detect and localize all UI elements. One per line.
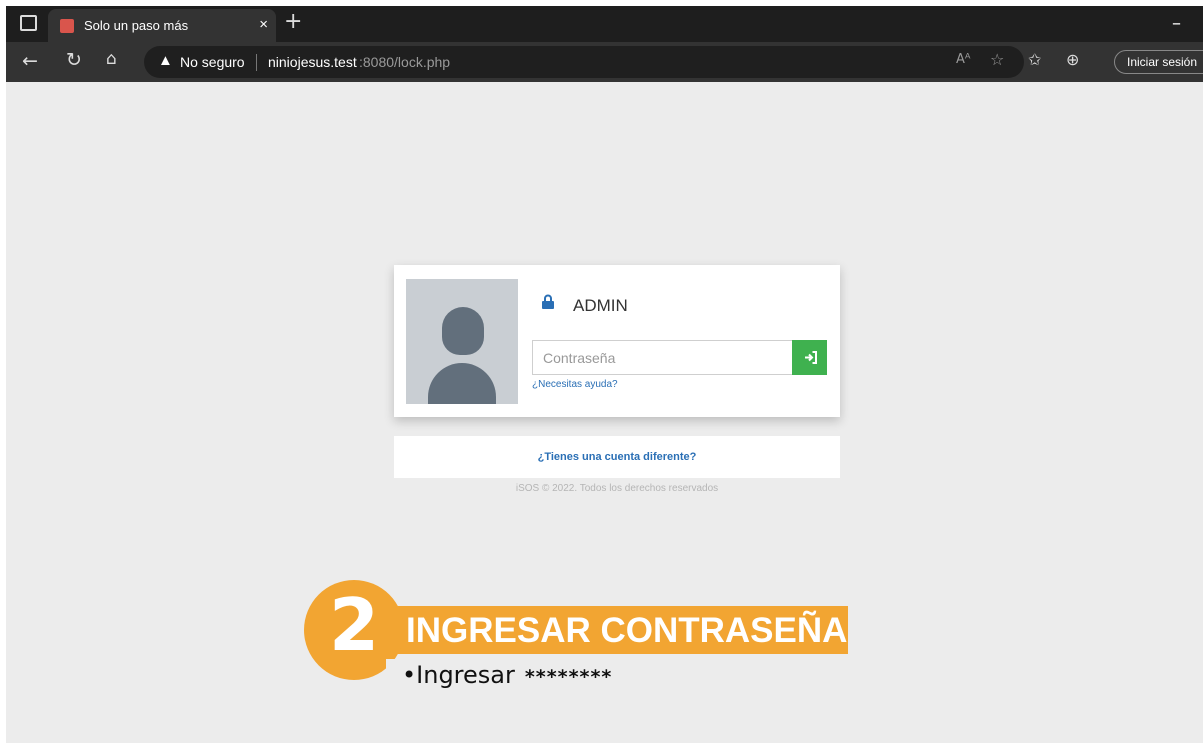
address-bar: ← ↻ ⌂ ▲ No seguro niniojesus.test :8080/… xyxy=(6,42,1203,82)
read-aloud-icon[interactable]: Aᴬ xyxy=(956,52,971,67)
security-label[interactable]: No seguro xyxy=(180,54,245,70)
lock-card: ADMIN ¿Necesitas ayuda? xyxy=(394,265,840,417)
avatar-shoulders xyxy=(428,363,496,404)
different-account-card: ¿Tienes una cuenta diferente? xyxy=(394,436,840,478)
collections-icon[interactable]: ⊕ xyxy=(1066,50,1079,69)
login-button[interactable] xyxy=(792,340,827,375)
back-icon[interactable]: ← xyxy=(22,50,38,72)
minimize-button[interactable]: – xyxy=(1172,13,1181,34)
browser-window: Solo un paso más × + – ← ↻ ⌂ ▲ No seguro… xyxy=(6,6,1203,743)
signin-button[interactable]: Iniciar sesión xyxy=(1114,50,1203,74)
different-account-link[interactable]: ¿Tienes una cuenta diferente? xyxy=(394,451,840,463)
new-tab-button[interactable]: + xyxy=(284,9,302,34)
tab-bar: Solo un paso más × + – xyxy=(6,6,1203,42)
lock-icon xyxy=(542,294,554,309)
avatar-head xyxy=(442,307,484,355)
favorites-icon[interactable]: ✩ xyxy=(1028,50,1041,69)
url-field[interactable]: ▲ No seguro niniojesus.test :8080/lock.p… xyxy=(144,46,1024,78)
reload-icon[interactable]: ↻ xyxy=(66,49,82,71)
favicon-icon xyxy=(60,19,74,33)
home-icon[interactable]: ⌂ xyxy=(106,49,117,69)
url-divider xyxy=(256,54,257,71)
url-path[interactable]: :8080/lock.php xyxy=(359,54,450,70)
username: ADMIN xyxy=(573,296,628,315)
step-banner: INGRESAR CONTRASEÑA xyxy=(388,606,848,654)
copyright-text: iSOS © 2022. Todos los derechos reservad… xyxy=(515,483,719,494)
warning-icon[interactable]: ▲ xyxy=(158,52,173,69)
url-host[interactable]: niniojesus.test xyxy=(268,54,357,70)
browser-tab[interactable]: Solo un paso más × xyxy=(48,9,276,42)
instruction-line: •Ingresar ******** xyxy=(402,661,612,689)
step-title: INGRESAR CONTRASEÑA xyxy=(406,611,848,650)
avatar xyxy=(406,279,518,404)
sidebar-toggle-icon[interactable] xyxy=(20,15,37,31)
password-input[interactable] xyxy=(532,340,794,375)
help-link[interactable]: ¿Necesitas ayuda? xyxy=(532,379,618,390)
login-arrow-icon xyxy=(805,351,817,364)
add-favorite-icon[interactable]: ☆ xyxy=(990,50,1004,69)
instruction-text: Ingresar xyxy=(416,661,515,689)
tab-title: Solo un paso más xyxy=(84,18,189,33)
instruction-box: •Ingresar ******** xyxy=(386,659,846,693)
tab-close-button[interactable]: × xyxy=(259,16,268,33)
bullet: • xyxy=(402,661,417,689)
step-number: 2 xyxy=(328,583,380,667)
masked-password: ******** xyxy=(524,666,613,688)
